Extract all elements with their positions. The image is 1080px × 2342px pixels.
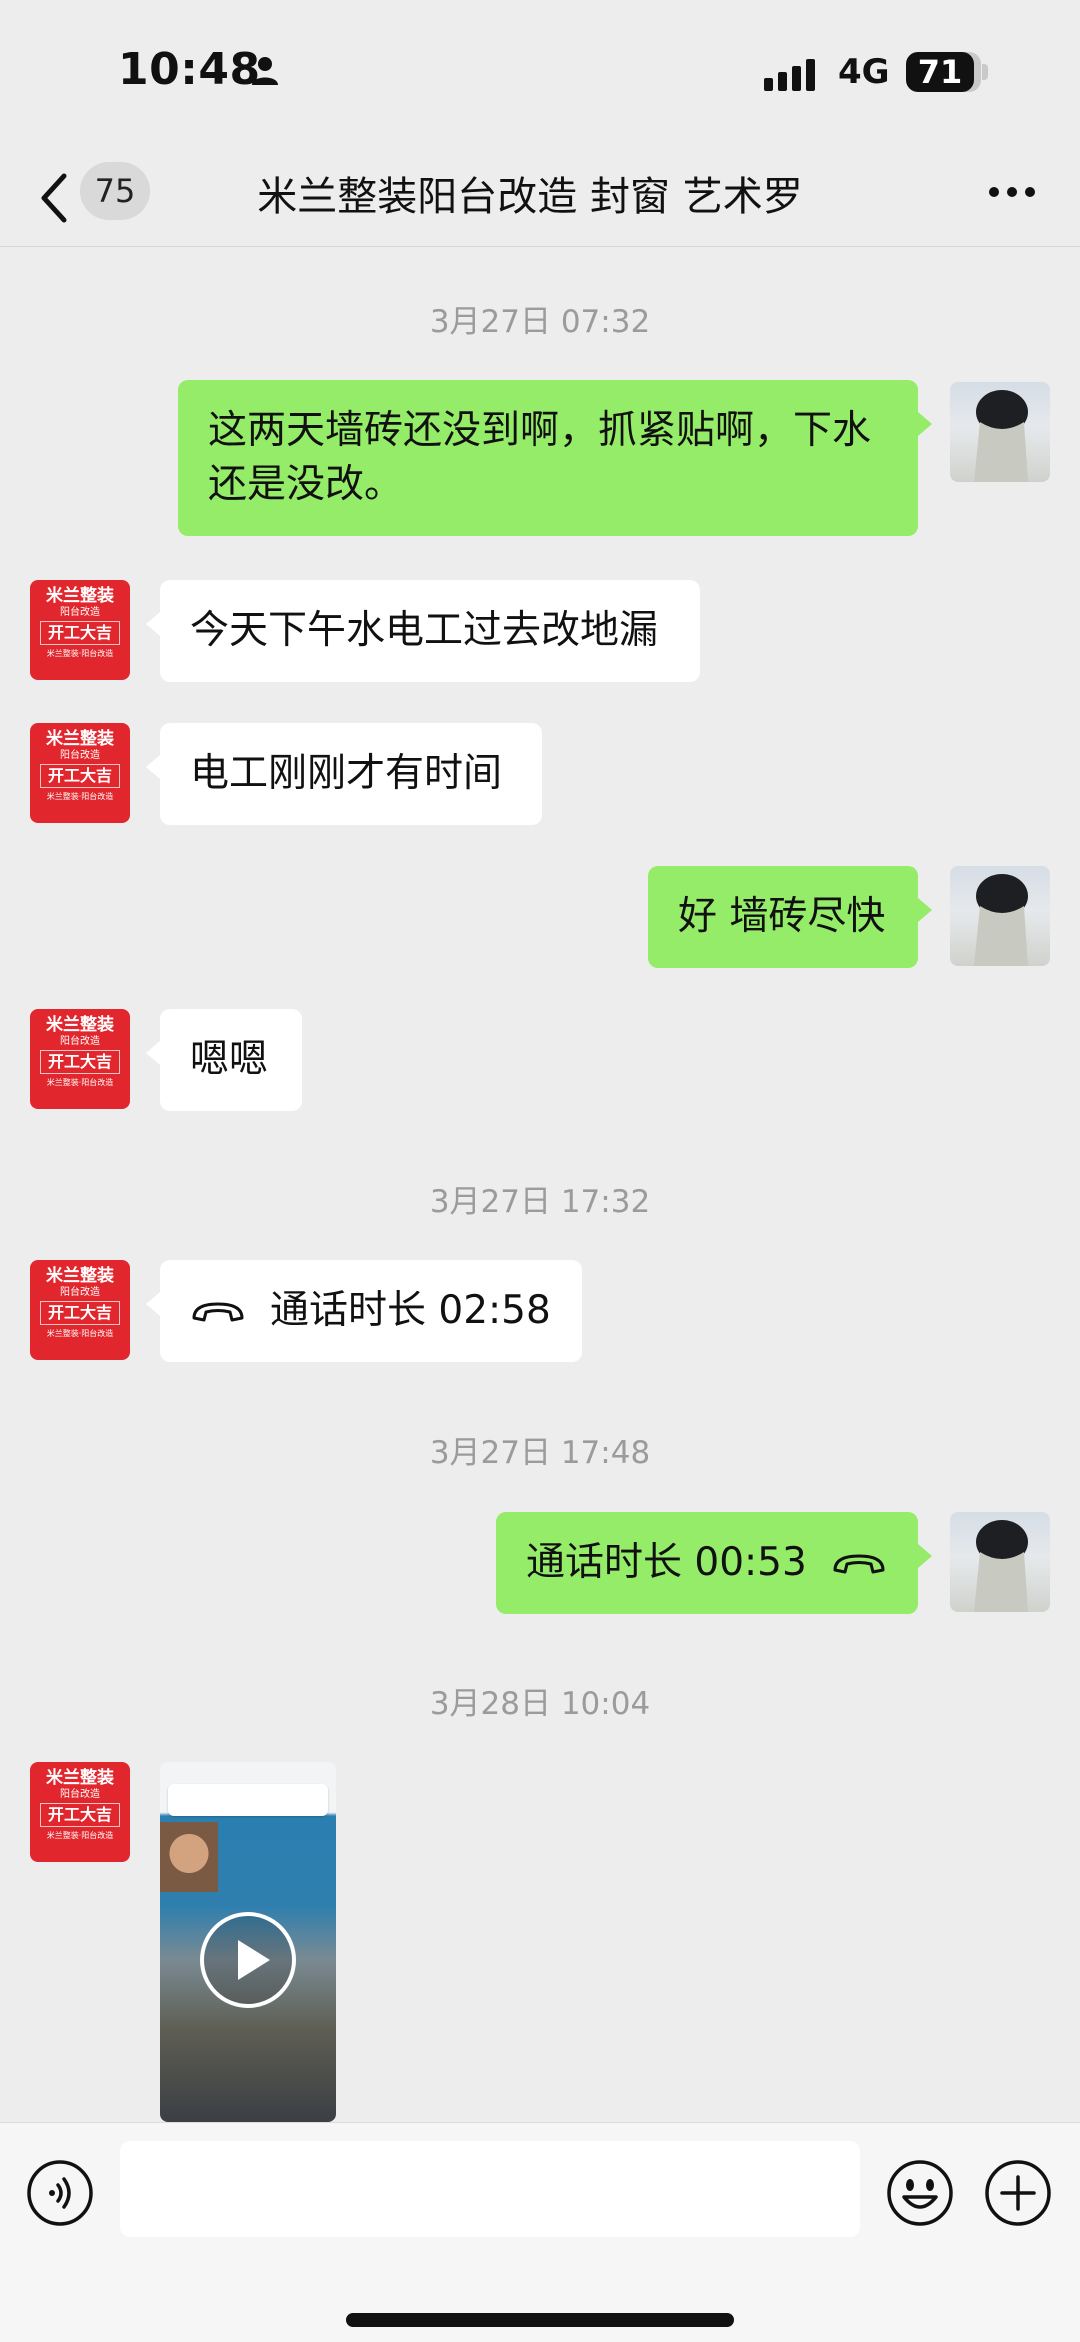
chat-header: 75 米兰整装阳台改造 封窗 艺术罗 <box>0 150 1080 247</box>
status-bar: 10:48 4G 71 <box>0 0 1080 150</box>
timestamp: 3月27日 17:32 <box>429 1184 651 1220</box>
contact-avatar[interactable]: 米兰整装 阳台改造 开工大吉 米兰整装·阳台改造 <box>30 1762 130 1862</box>
user-avatar[interactable] <box>950 1512 1050 1612</box>
avatar-text: 阳台改造 <box>60 1789 100 1800</box>
handset-icon <box>833 1554 885 1574</box>
video-thumbnail-notification <box>168 1784 328 1816</box>
avatar-text: 阳台改造 <box>60 1036 100 1047</box>
outgoing-message[interactable]: 好 墙砖尽快 <box>648 866 932 968</box>
message-input[interactable] <box>120 2141 860 2237</box>
avatar-text: 开工大吉 <box>40 1301 120 1325</box>
user-avatar-photo <box>974 1520 1028 1612</box>
avatar-text: 米兰整装·阳台改造 <box>46 1078 114 1087</box>
contact-avatar[interactable]: 米兰整装 阳台改造 开工大吉 米兰整装·阳台改造 <box>30 1009 130 1109</box>
video-thumbnail-face <box>160 1822 218 1892</box>
outgoing-message[interactable]: 这两天墙砖还没到啊，抓紧贴啊，下水还是没改。 <box>178 380 932 536</box>
voice-icon[interactable] <box>26 2159 94 2227</box>
contact-avatar[interactable]: 米兰整装 阳台改造 开工大吉 米兰整装·阳台改造 <box>30 580 130 680</box>
timestamp: 3月27日 17:48 <box>429 1435 651 1471</box>
unread-count-badge[interactable]: 75 <box>80 162 150 220</box>
incoming-message[interactable]: 嗯嗯 <box>146 1009 302 1111</box>
timestamp: 3月28日 10:04 <box>429 1686 651 1722</box>
avatar-text: 米兰整装·阳台改造 <box>46 1831 114 1840</box>
timestamp: 3月27日 07:32 <box>429 304 651 340</box>
network-type: 4G <box>838 52 890 92</box>
back-icon[interactable] <box>36 170 72 226</box>
incoming-message[interactable]: 今天下午水电工过去改地漏 <box>146 580 700 682</box>
avatar-text: 米兰整装 <box>46 1768 114 1788</box>
avatar-text: 阳台改造 <box>60 1287 100 1298</box>
user-avatar-photo <box>974 390 1028 482</box>
avatar-text: 开工大吉 <box>40 621 120 645</box>
home-indicator[interactable] <box>346 2313 734 2327</box>
battery-level: 71 <box>906 52 974 92</box>
avatar-text: 米兰整装 <box>46 586 114 606</box>
avatar-text: 米兰整装·阳台改造 <box>46 1329 114 1338</box>
input-bar <box>0 2122 1080 2342</box>
more-icon[interactable] <box>988 186 1036 198</box>
signal-icon <box>764 59 815 91</box>
person-icon <box>252 57 278 85</box>
contact-avatar[interactable]: 米兰整装 阳台改造 开工大吉 米兰整装·阳台改造 <box>30 1260 130 1360</box>
avatar-text: 阳台改造 <box>60 750 100 761</box>
call-duration: 通话时长 00:53 <box>526 1540 807 1585</box>
incoming-message[interactable]: 电工刚刚才有时间 <box>146 723 542 825</box>
chat-title: 米兰整装阳台改造 封窗 艺术罗 <box>257 174 803 220</box>
user-avatar[interactable] <box>950 382 1050 482</box>
avatar-text: 米兰整装 <box>46 1266 114 1286</box>
avatar-text: 开工大吉 <box>40 1050 120 1074</box>
video-message[interactable] <box>160 1762 336 2122</box>
avatar-text: 开工大吉 <box>40 1803 120 1827</box>
avatar-text: 开工大吉 <box>40 764 120 788</box>
incoming-call-record[interactable]: 通话时长 02:58 <box>146 1260 582 1362</box>
battery-tip <box>982 64 988 80</box>
avatar-text: 米兰整装·阳台改造 <box>46 649 114 658</box>
outgoing-call-record[interactable]: 通话时长 00:53 <box>496 1512 932 1614</box>
avatar-text: 阳台改造 <box>60 607 100 618</box>
emoji-icon[interactable] <box>886 2159 954 2227</box>
handset-icon <box>192 1302 244 1322</box>
avatar-text: 米兰整装 <box>46 1015 114 1035</box>
play-icon[interactable] <box>198 1910 298 2010</box>
status-time: 10:48 <box>118 44 261 95</box>
contact-avatar[interactable]: 米兰整装 阳台改造 开工大吉 米兰整装·阳台改造 <box>30 723 130 823</box>
avatar-text: 米兰整装·阳台改造 <box>46 792 114 801</box>
user-avatar[interactable] <box>950 866 1050 966</box>
user-avatar-photo <box>974 874 1028 966</box>
plus-icon[interactable] <box>984 2159 1052 2227</box>
avatar-text: 米兰整装 <box>46 729 114 749</box>
call-duration: 通话时长 02:58 <box>270 1288 551 1333</box>
